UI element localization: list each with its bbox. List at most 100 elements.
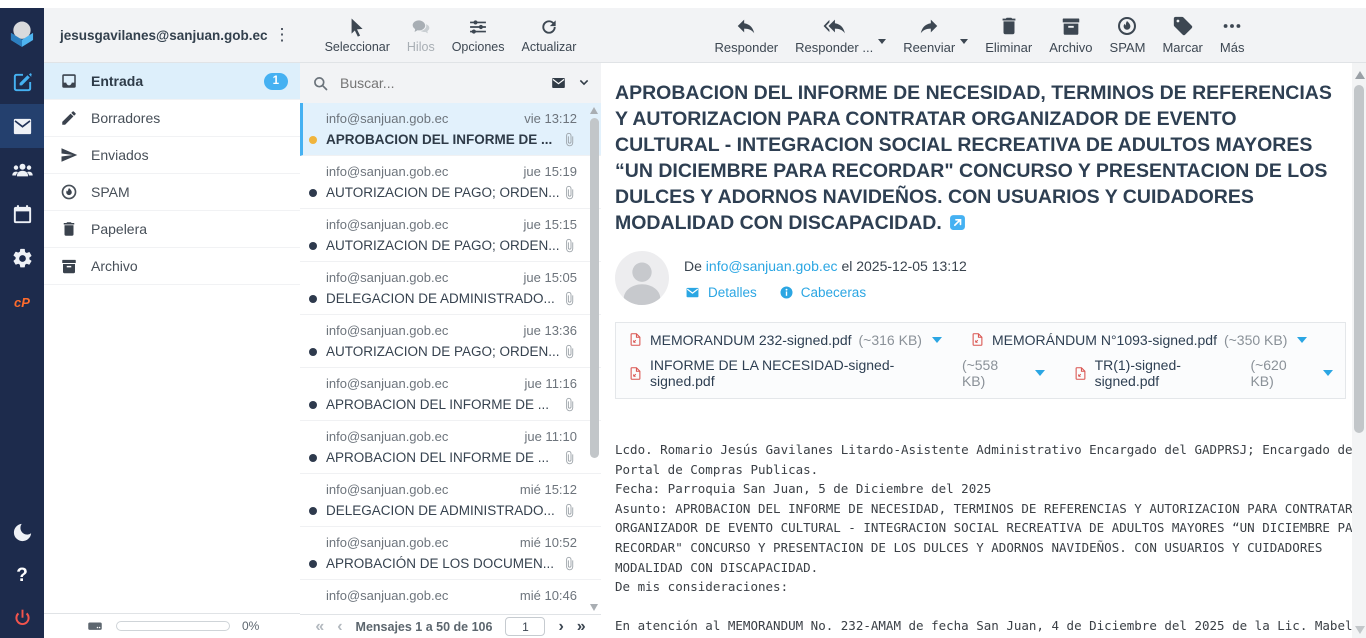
ellipsis-icon bbox=[1221, 15, 1243, 37]
archive-button[interactable]: Archivo bbox=[1049, 15, 1092, 55]
delete-button[interactable]: Eliminar bbox=[985, 15, 1032, 55]
kebab-menu-icon[interactable]: ⋮ bbox=[268, 25, 297, 45]
mark-button[interactable]: Marcar bbox=[1162, 15, 1202, 55]
paperclip-icon bbox=[562, 185, 577, 200]
help-icon: ? bbox=[16, 565, 28, 587]
attachment-menu-caret-icon[interactable] bbox=[1297, 337, 1307, 343]
refresh-button[interactable]: Actualizar bbox=[522, 17, 577, 54]
search-icon bbox=[312, 75, 329, 92]
dark-mode-button[interactable] bbox=[0, 510, 44, 554]
search-bar bbox=[300, 63, 601, 104]
main-scrollbar[interactable] bbox=[1352, 63, 1366, 638]
folder-item-borradores[interactable]: Borradores bbox=[44, 100, 300, 137]
message-list-item[interactable]: info@sanjuan.gob.ecjue 11:10 APROBACION … bbox=[300, 421, 601, 474]
message-list-item[interactable]: info@sanjuan.gob.ecmié 10:52 APROBACIÓN … bbox=[300, 527, 601, 580]
threads-button[interactable]: Hilos bbox=[407, 17, 435, 54]
folder-item-papelera[interactable]: Papelera bbox=[44, 211, 300, 248]
search-options-chevron-icon[interactable] bbox=[577, 76, 591, 90]
msg-date: jue 15:19 bbox=[524, 164, 578, 179]
folder-item-enviados[interactable]: Enviados bbox=[44, 137, 300, 174]
trash-icon bbox=[60, 220, 78, 238]
last-page-button[interactable]: » bbox=[577, 619, 586, 635]
unread-dot bbox=[309, 348, 317, 356]
attachments-box: MEMORANDUM 232-signed.pdf (~316 KB) MEMO… bbox=[615, 322, 1346, 399]
unread-dot bbox=[309, 454, 317, 462]
message-list-item[interactable]: info@sanjuan.gob.ecjue 15:05 DELEGACION … bbox=[300, 262, 601, 315]
cpanel-nav-button[interactable]: cP bbox=[0, 280, 44, 324]
scroll-up-arrow-icon[interactable] bbox=[590, 107, 598, 114]
message-list-item[interactable]: info@sanjuan.gob.ecmié 10:46 bbox=[300, 580, 601, 615]
logout-button[interactable] bbox=[0, 598, 44, 638]
folder-label: Enviados bbox=[91, 147, 149, 163]
paperclip-icon bbox=[562, 556, 577, 571]
details-link[interactable]: Detalles bbox=[684, 285, 757, 300]
msg-sender: info@sanjuan.gob.ec bbox=[326, 376, 448, 391]
more-label: Más bbox=[1220, 40, 1245, 55]
reply-all-label: Responder ... bbox=[795, 40, 873, 55]
calendar-nav-button[interactable] bbox=[0, 192, 44, 236]
mail-nav-button[interactable] bbox=[0, 104, 44, 148]
next-page-button[interactable]: › bbox=[558, 619, 563, 635]
list-scrollbar-thumb[interactable] bbox=[590, 118, 599, 458]
settings-nav-button[interactable] bbox=[0, 236, 44, 280]
forward-icon bbox=[918, 15, 940, 37]
folder-item-archivo[interactable]: Archivo bbox=[44, 248, 300, 285]
prev-page-button[interactable]: ‹ bbox=[337, 619, 342, 635]
trash-icon bbox=[998, 15, 1020, 37]
headers-link[interactable]: Cabeceras bbox=[779, 285, 866, 300]
sliders-icon bbox=[468, 17, 488, 37]
paperclip-icon bbox=[562, 132, 577, 147]
reply-button[interactable]: Responder bbox=[715, 15, 779, 55]
help-button[interactable]: ? bbox=[0, 554, 44, 598]
message-list-item[interactable]: info@sanjuan.gob.ecjue 15:15 AUTORIZACIO… bbox=[300, 209, 601, 262]
person-icon bbox=[615, 251, 669, 305]
attachment-item[interactable]: TR(1)-signed-signed.pdf (~620 KB) bbox=[1073, 357, 1333, 389]
forward-label: Reenviar bbox=[903, 40, 955, 55]
message-list-item[interactable]: info@sanjuan.gob.ecjue 11:16 APROBACION … bbox=[300, 368, 601, 421]
message-header: De info@sanjuan.gob.ec el 2025-12-05 13:… bbox=[615, 251, 1346, 305]
list-scrollbar[interactable] bbox=[590, 107, 599, 611]
forward-button[interactable]: Reenviar bbox=[903, 15, 955, 55]
msg-sender: info@sanjuan.gob.ec bbox=[326, 164, 448, 179]
external-link-icon[interactable] bbox=[949, 214, 966, 231]
folder-item-entrada[interactable]: Entrada 1 bbox=[44, 63, 300, 100]
msg-sender: info@sanjuan.gob.ec bbox=[326, 588, 448, 603]
attachment-item[interactable]: MEMORÁNDUM N°1093-signed.pdf (~350 KB) bbox=[970, 331, 1307, 348]
contacts-nav-button[interactable] bbox=[0, 148, 44, 192]
attachment-item[interactable]: INFORME DE LA NECESIDAD-signed-signed.pd… bbox=[628, 357, 1045, 389]
from-email-link[interactable]: info@sanjuan.gob.ec bbox=[706, 258, 838, 274]
webmail-app: cP ? jesusgavilanes@sanjuan.gob.ec ⋮ Ent… bbox=[0, 8, 1366, 638]
page-number-input[interactable] bbox=[505, 617, 545, 636]
compose-button[interactable] bbox=[0, 60, 44, 104]
reply-all-button[interactable]: Responder ... bbox=[795, 15, 873, 55]
select-button[interactable]: Seleccionar bbox=[325, 17, 390, 54]
folder-item-spam[interactable]: SPAM bbox=[44, 174, 300, 211]
options-button[interactable]: Opciones bbox=[452, 17, 505, 54]
scroll-down-arrow-icon[interactable] bbox=[1355, 626, 1365, 634]
forward-dropdown-caret-icon[interactable] bbox=[960, 39, 968, 44]
search-input[interactable] bbox=[338, 74, 540, 92]
message-list-item[interactable]: info@sanjuan.gob.ecjue 13:36 AUTORIZACIO… bbox=[300, 315, 601, 368]
message-list-item[interactable]: info@sanjuan.gob.ecvie 13:12 APROBACION … bbox=[300, 103, 601, 156]
power-icon bbox=[11, 607, 34, 630]
chat-bubbles-icon bbox=[411, 17, 431, 37]
fire-icon bbox=[1116, 15, 1138, 37]
scroll-up-arrow-icon[interactable] bbox=[1355, 71, 1365, 79]
flag-dot bbox=[309, 136, 317, 144]
attachment-menu-caret-icon[interactable] bbox=[1035, 370, 1045, 376]
attachment-item[interactable]: MEMORANDUM 232-signed.pdf (~316 KB) bbox=[628, 331, 942, 348]
attachment-menu-caret-icon[interactable] bbox=[932, 337, 942, 343]
main-scrollbar-thumb[interactable] bbox=[1354, 85, 1364, 433]
attachment-menu-caret-icon[interactable] bbox=[1323, 370, 1333, 376]
message-list-item[interactable]: info@sanjuan.gob.ecmié 15:12 DELEGACION … bbox=[300, 474, 601, 527]
more-button[interactable]: Más bbox=[1220, 15, 1245, 55]
paperclip-icon bbox=[562, 344, 577, 359]
reply-all-dropdown-caret-icon[interactable] bbox=[878, 39, 886, 44]
spam-button[interactable]: SPAM bbox=[1110, 15, 1146, 55]
search-scope-envelope-icon[interactable] bbox=[549, 75, 568, 91]
message-list-item[interactable]: info@sanjuan.gob.ecjue 15:19 AUTORIZACIO… bbox=[300, 156, 601, 209]
attachment-size: (~316 KB) bbox=[859, 332, 922, 348]
account-email: jesusgavilanes@sanjuan.gob.ec bbox=[60, 28, 268, 43]
first-page-button[interactable]: « bbox=[315, 619, 324, 635]
scroll-down-arrow-icon[interactable] bbox=[590, 604, 598, 611]
